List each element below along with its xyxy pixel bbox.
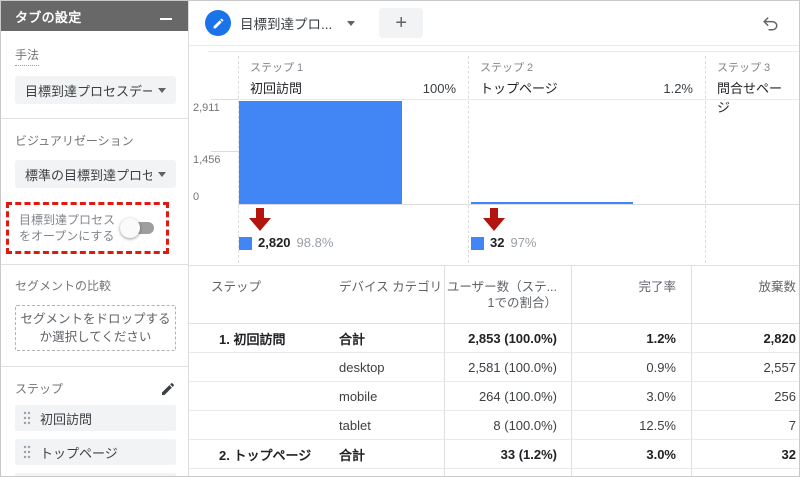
visualization-label: ビジュアリゼーション [15, 134, 134, 148]
y-tick [211, 151, 238, 152]
table-row-partial [189, 469, 799, 476]
table-row[interactable]: mobile 264 (100.0%) 3.0% 256 [189, 382, 799, 411]
edit-pencil-icon[interactable] [160, 381, 176, 397]
abandon-arrow-icon [483, 208, 505, 231]
sidebar-header: タブの設定 [1, 1, 188, 31]
table-row[interactable]: desktop 2,581 (100.0%) 0.9% 2,557 [189, 353, 799, 382]
step-chip-2[interactable]: トップページ [15, 439, 176, 465]
drag-grip-icon [23, 411, 31, 425]
table-row[interactable]: 1. 初回訪問 合計 2,853 (100.0%) 1.2% 2,820 [189, 324, 799, 353]
open-funnel-toggle[interactable] [120, 218, 154, 238]
tab-settings-sidebar: タブの設定 手法 目標到達プロセスデー... ビジュアリゼーション 標準の目標到… [1, 1, 189, 476]
table-row[interactable]: tablet 8 (100.0%) 12.5% 7 [189, 411, 799, 440]
add-tab-button[interactable]: + [379, 8, 424, 38]
legend-swatch [471, 236, 484, 250]
table-header-row: ステップ デバイス カテゴリ ユーザー数（ステ... 1での割合） 完了率 放棄… [189, 265, 799, 324]
tab-strip: 目標到達プロ... + [189, 1, 799, 46]
open-funnel-highlight-box: 目標到達プロセスをオープンにする [6, 202, 169, 254]
drag-grip-icon [23, 445, 31, 459]
y-axis-label: 2,911 [193, 102, 220, 114]
step-chip-label: トップページ [40, 445, 118, 461]
sidebar-title: タブの設定 [15, 9, 82, 25]
abandon-legend-step2: 32 97% [471, 235, 537, 250]
step-name: 初回訪問 [250, 81, 303, 96]
col-header-device: デバイス カテゴリ [339, 280, 443, 294]
table-row[interactable]: 2. トップページ 合計 33 (1.2%) 3.0% 32 [189, 440, 799, 469]
undo-icon [763, 17, 778, 31]
col-header-step: ステップ [211, 280, 262, 294]
axis-baseline [238, 204, 799, 205]
funnel-step-column-2: ステップ 2 トップページ 1.2% [468, 56, 705, 263]
steps-label: ステップ [15, 382, 64, 396]
chevron-down-icon [158, 87, 166, 93]
segment-comparison-label: セグメントの比較 [15, 279, 112, 293]
funnel-data-table: ステップ デバイス カテゴリ ユーザー数（ステ... 1での割合） 完了率 放棄… [189, 265, 799, 476]
funnel-step-column-3: ステップ 3 問合せページ [705, 56, 799, 263]
y-tick [211, 99, 238, 100]
y-axis-label: 0 [193, 191, 200, 203]
funnel-visualization: ステップ 1 初回訪問 100% ステップ 2 トップページ 1.2% ステップ… [189, 46, 799, 476]
step-name: 問合せページ [717, 81, 783, 115]
funnel-tab[interactable]: 目標到達プロ... [197, 1, 363, 45]
main-panel: 目標到達プロ... + ステップ 1 初回訪問 100% ステップ 2 トップペ… [189, 1, 799, 476]
step-chip-1[interactable]: 初回訪問 [15, 405, 176, 431]
toggle-knob [120, 218, 140, 238]
funnel-bar-step2[interactable] [471, 202, 633, 204]
y-axis-label: 1,456 [193, 154, 221, 166]
abandon-count: 2,820 [258, 235, 291, 250]
legend-swatch [239, 236, 252, 250]
tab-edit-icon [205, 10, 231, 36]
col-header-rate: 完了率 [571, 266, 691, 323]
open-funnel-label: 目標到達プロセスをオープンにする [19, 213, 116, 243]
abandon-legend-step1: 2,820 98.8% [239, 235, 333, 250]
abandon-percent: 98.8% [296, 235, 334, 250]
col-header-users: ユーザー数（ステ... 1での割合） [444, 266, 571, 323]
technique-value: 目標到達プロセスデー... [25, 83, 152, 99]
step-name: トップページ [480, 81, 558, 96]
tab-chevron-down-icon[interactable] [347, 20, 356, 26]
minimize-icon[interactable] [160, 18, 172, 20]
tab-label: 目標到達プロ... [240, 17, 333, 32]
chevron-down-icon [158, 171, 166, 177]
step-number-label: ステップ 1 [250, 62, 304, 74]
technique-label: 手法 [15, 46, 40, 66]
abandon-arrow-icon [249, 208, 271, 231]
step-rate: 100% [422, 81, 456, 96]
divider [1, 118, 188, 119]
visualization-select[interactable]: 標準の目標到達プロセス [15, 160, 176, 188]
abandon-percent: 97% [510, 235, 537, 250]
chart-top-border [208, 51, 799, 52]
step-chip-3[interactable]: 問合せページ [15, 473, 176, 476]
divider [1, 366, 188, 367]
step-number-label: ステップ 2 [480, 62, 534, 74]
step-number-label: ステップ 3 [717, 62, 771, 74]
gridline-max [238, 99, 799, 100]
visualization-value: 標準の目標到達プロセス [25, 167, 152, 183]
segment-dropzone-text: セグメントをドロップするか選択してください [20, 312, 171, 344]
abandon-count: 32 [490, 235, 505, 250]
technique-select[interactable]: 目標到達プロセスデー... [15, 76, 176, 104]
undo-button[interactable] [761, 14, 779, 32]
funnel-bar-step1[interactable] [239, 101, 402, 204]
step-chip-label: 初回訪問 [40, 411, 93, 427]
divider [1, 264, 188, 265]
col-header-abandon: 放棄数 [691, 266, 799, 323]
segment-dropzone[interactable]: セグメントをドロップするか選択してください [15, 305, 176, 351]
explore-window: タブの設定 手法 目標到達プロセスデー... ビジュアリゼーション 標準の目標到… [0, 0, 800, 477]
step-rate: 1.2% [663, 81, 693, 96]
